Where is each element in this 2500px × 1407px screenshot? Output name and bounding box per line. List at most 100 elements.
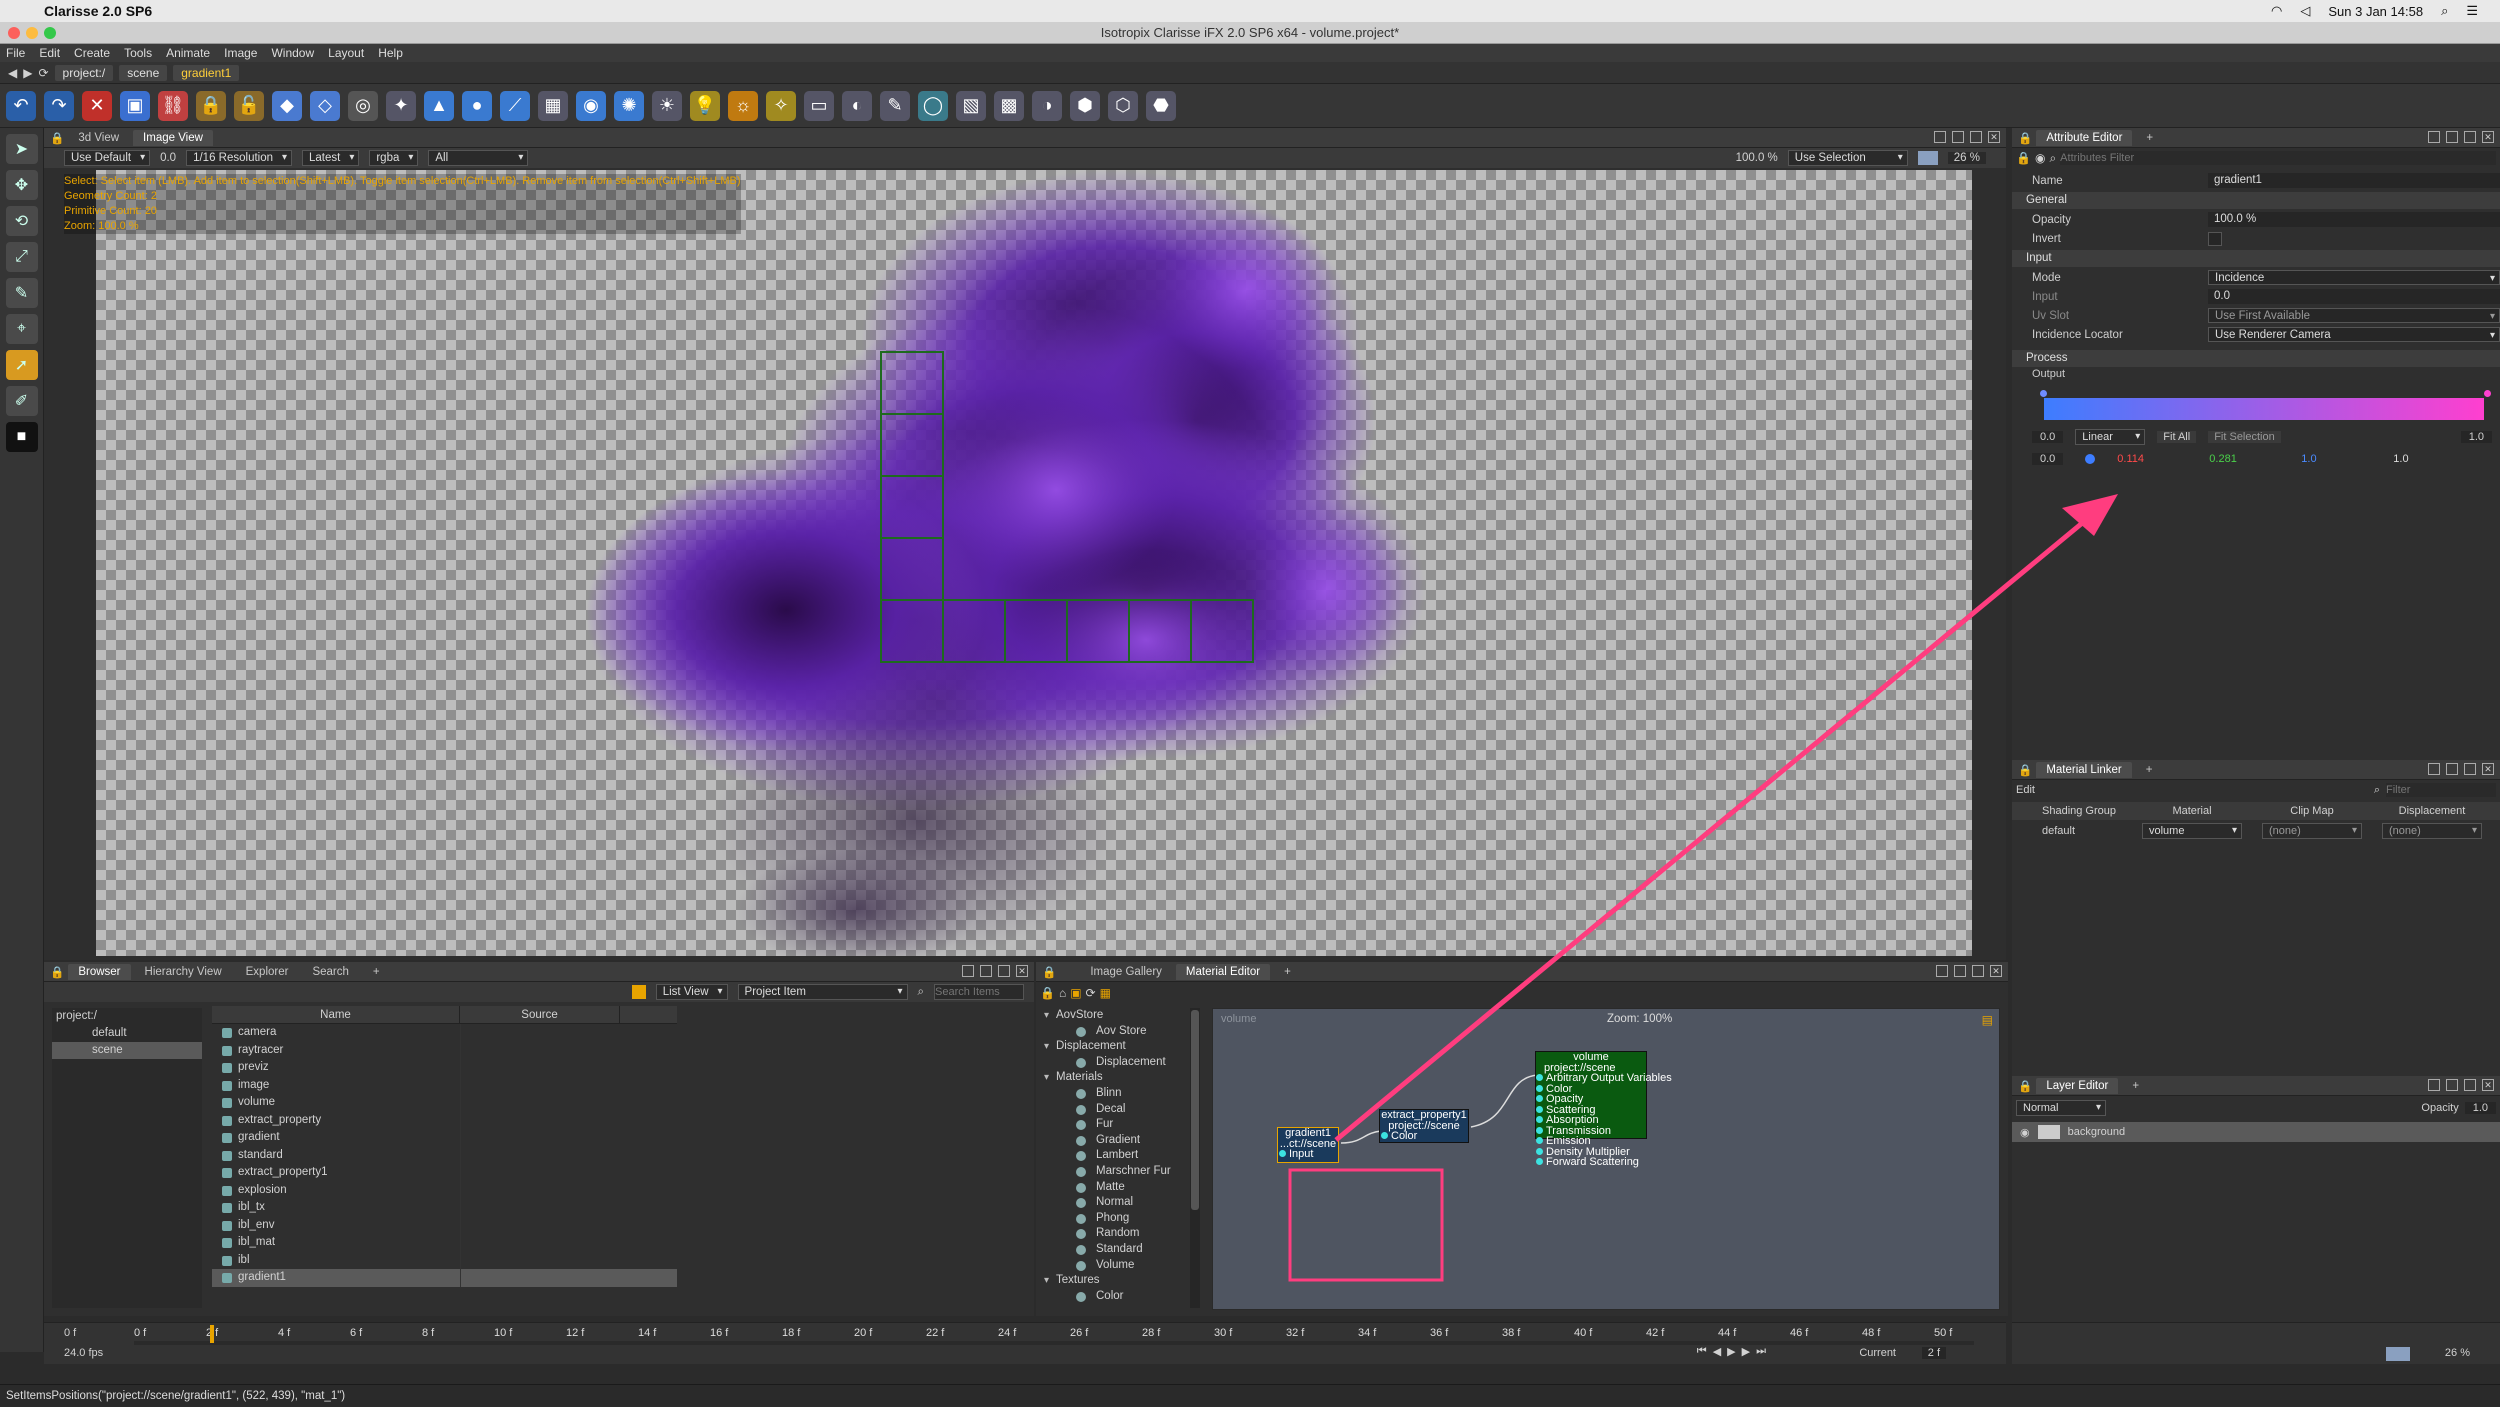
menu-animate[interactable]: Animate — [166, 46, 210, 60]
texture-icon[interactable]: ▩ — [994, 90, 1024, 121]
first-frame-icon[interactable]: ⏮ — [1697, 1345, 1707, 1358]
tab-material-linker[interactable]: Material Linker — [2036, 761, 2132, 778]
tab-explorer[interactable]: Explorer — [236, 964, 299, 980]
linker-filter-input[interactable] — [2386, 783, 2496, 797]
gallery-category[interactable]: Displacement — [1040, 1039, 1190, 1055]
locator-icon[interactable]: ✦ — [386, 90, 416, 121]
resolution-dropdown[interactable]: 1/16 Resolution — [186, 150, 293, 166]
menu-tools[interactable]: Tools — [124, 46, 152, 60]
sphere-icon[interactable]: ● — [462, 90, 492, 121]
gamma-value[interactable]: 0.0 — [160, 152, 176, 164]
gallery-category[interactable]: Textures — [1040, 1273, 1190, 1289]
column-name[interactable]: Name — [212, 1006, 460, 1023]
brush-icon[interactable]: ✎ — [880, 90, 910, 121]
list-item[interactable]: previz — [212, 1059, 677, 1077]
gallery-item[interactable]: Aov Store — [1040, 1024, 1190, 1040]
add-tab-icon[interactable]: + — [2136, 130, 2163, 146]
zoom-percent[interactable]: 100.0 % — [1736, 152, 1778, 164]
locator-dropdown[interactable]: Use Renderer Camera — [2208, 327, 2500, 343]
split-icon[interactable] — [1934, 131, 1946, 143]
frame-icon[interactable]: ▣ — [1070, 986, 1081, 1000]
shading-group-cell[interactable]: default — [2012, 822, 2132, 840]
gallery-item[interactable]: Gradient — [1040, 1133, 1190, 1149]
eye-icon[interactable]: ◉ — [2035, 151, 2045, 165]
split-icon[interactable] — [2446, 763, 2458, 775]
gallery-category[interactable]: Materials — [1040, 1070, 1190, 1086]
section-general[interactable]: General — [2012, 192, 2500, 209]
port-icon[interactable] — [1536, 1158, 1543, 1165]
path-item[interactable]: gradient1 — [173, 64, 240, 81]
list-item[interactable]: ibl_mat — [212, 1234, 677, 1252]
visibility-icon[interactable]: ◉ — [2020, 1126, 2030, 1139]
list-item[interactable]: gradient — [212, 1129, 677, 1147]
mode-dropdown[interactable]: Incidence — [2208, 270, 2500, 286]
node-extract-property1[interactable]: extract_property1 project://scene Color — [1379, 1109, 1469, 1143]
tree-item-scene[interactable]: scene — [52, 1042, 202, 1059]
linker-row[interactable]: default volume (none) (none) — [2012, 822, 2500, 840]
displacement-dropdown[interactable]: (none) — [2382, 823, 2482, 839]
tab-attribute-editor[interactable]: Attribute Editor — [2036, 129, 2133, 146]
list-item[interactable]: camera — [212, 1024, 677, 1042]
key-green-field[interactable]: 0.281 — [2209, 453, 2279, 465]
last-frame-icon[interactable]: ⏭ — [1756, 1345, 1766, 1358]
zoom-window-button[interactable] — [44, 27, 56, 39]
split-icon[interactable] — [2446, 131, 2458, 143]
gallery-item[interactable]: Fur — [1040, 1117, 1190, 1133]
split-icon[interactable] — [2428, 131, 2440, 143]
material-dropdown[interactable]: volume — [2142, 823, 2242, 839]
spotlight-icon[interactable]: ✧ — [766, 90, 796, 121]
column-shading-group[interactable]: Shading Group — [2012, 802, 2132, 820]
panel-lock-icon[interactable]: 🔒 — [50, 131, 64, 145]
node-graph[interactable]: volume Zoom: 100% ▤ gradient1 ...ct://sc… — [1212, 1008, 2000, 1310]
move-tool-icon[interactable]: ✥ — [5, 170, 38, 200]
close-icon[interactable]: ✕ — [1016, 965, 1028, 977]
color-swatch[interactable] — [1917, 151, 1938, 165]
minimize-window-button[interactable] — [26, 27, 38, 39]
layout-icon[interactable]: ▦ — [1100, 986, 1111, 1000]
add-tab-icon[interactable]: + — [2122, 1078, 2149, 1094]
paint-tool-icon[interactable]: ✎ — [5, 278, 38, 308]
lock-icon[interactable]: 🔒 — [1040, 986, 1055, 1000]
menu-image[interactable]: Image — [224, 46, 257, 60]
tab-hierarchy-view[interactable]: Hierarchy View — [135, 964, 232, 980]
opacity-field[interactable]: 100.0 % — [2208, 212, 2500, 227]
list-item[interactable]: extract_property1 — [212, 1164, 677, 1182]
tab-layer-editor[interactable]: Layer Editor — [2036, 1077, 2119, 1094]
fit-all-button[interactable]: Fit All — [2157, 431, 2197, 443]
panel-lock-icon[interactable]: 🔒 — [50, 965, 64, 979]
menu-list-icon[interactable]: ☰ — [2466, 3, 2478, 19]
gallery-item[interactable]: Random — [1040, 1226, 1190, 1242]
split-icon[interactable] — [962, 965, 974, 977]
attributes-filter-input[interactable] — [2060, 151, 2496, 165]
uvslot-dropdown[interactable]: Use First Available — [2208, 308, 2500, 324]
tool-a-icon[interactable]: ⬢ — [1070, 90, 1100, 121]
delete-icon[interactable]: ✕ — [82, 90, 112, 121]
list-item[interactable]: raytracer — [212, 1041, 677, 1059]
material-icon[interactable]: ◯ — [918, 90, 948, 121]
prev-frame-icon[interactable]: ◀ — [1713, 1345, 1721, 1358]
key-color-swatch[interactable] — [2085, 454, 2096, 464]
path-root[interactable]: project:/ — [54, 64, 114, 81]
geometry-icon[interactable]: ▲ — [424, 90, 454, 121]
back-icon[interactable]: ◀ — [8, 66, 17, 80]
port-icon[interactable] — [1536, 1126, 1543, 1134]
panel-lock-icon[interactable]: 🔒 — [2018, 131, 2032, 145]
maximize-icon[interactable] — [2464, 1079, 2476, 1091]
key-blue-field[interactable]: 1.0 — [2301, 453, 2371, 465]
maximize-icon[interactable] — [1970, 131, 1982, 143]
current-frame-field[interactable]: 2 f — [1921, 1347, 1946, 1359]
blend-mode-dropdown[interactable]: Normal — [2016, 1100, 2106, 1116]
split-icon[interactable] — [2446, 1079, 2458, 1091]
close-icon[interactable]: ✕ — [1988, 131, 2000, 143]
color-port-icon[interactable] — [1381, 1132, 1388, 1139]
bulb-icon[interactable]: 💡 — [690, 90, 720, 121]
rotate-tool-icon[interactable]: ⟲ — [5, 206, 38, 236]
project-item-dropdown[interactable]: Project Item — [737, 984, 908, 1000]
timeline-start[interactable]: 0 f — [64, 1327, 76, 1339]
node-volume[interactable]: volume project://scene Arbitrary Output … — [1535, 1051, 1672, 1168]
gradient-ramp[interactable] — [2044, 398, 2484, 420]
key-alpha-field[interactable]: 1.0 — [2393, 453, 2408, 465]
refresh-icon[interactable]: ⟳ — [38, 66, 48, 80]
menu-layout[interactable]: Layout — [328, 46, 364, 60]
channel-dropdown[interactable]: rgba — [369, 150, 419, 166]
